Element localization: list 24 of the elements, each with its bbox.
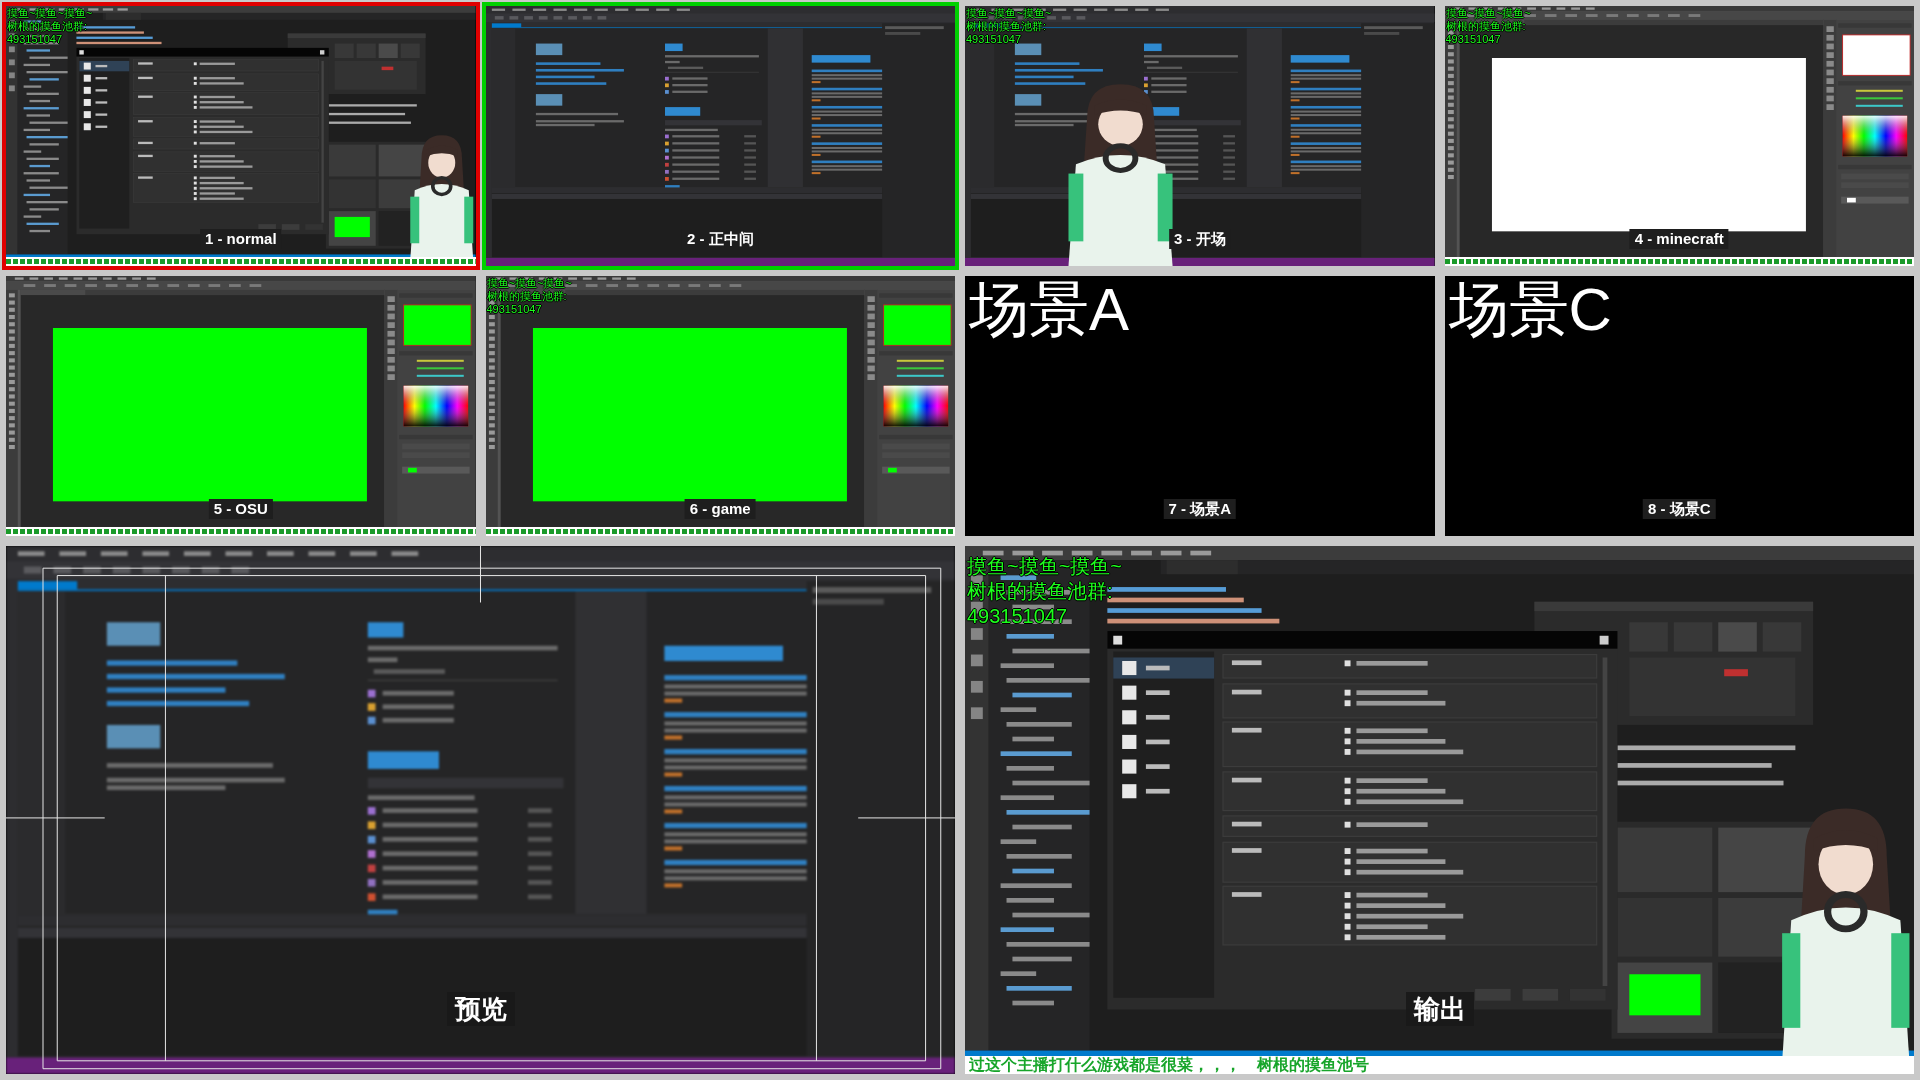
caption-line: 树根的摸鱼池群:	[486, 290, 567, 303]
scene-text: 场景C	[1448, 280, 1612, 340]
scene-label: 5 - OSU	[208, 499, 273, 519]
caption-line: 摸鱼~摸鱼~摸鱼~	[967, 554, 1123, 579]
caption-line: 493151047	[7, 33, 63, 46]
scene-tile[interactable]: 2 - 正中间	[481, 2, 959, 270]
scene-text: 场景A	[969, 280, 1130, 340]
caption-line: 摸鱼~摸鱼~摸鱼~	[7, 7, 93, 20]
caption-line: 摸鱼~摸鱼~摸鱼~	[966, 7, 1052, 20]
caption-line: 493151047	[967, 604, 1068, 629]
caption-line: 摸鱼~摸鱼~摸鱼~	[1445, 7, 1531, 20]
scene-label: 7 - 场景A	[1163, 499, 1236, 519]
caption-line: 493151047	[1445, 33, 1501, 46]
view-label: 预览	[446, 992, 515, 1026]
caption-line: 493151047	[486, 303, 542, 316]
ticker-text: 过这个主播打什么游戏都是很菜，，， 树根的摸鱼池号	[965, 1056, 1914, 1074]
scene-label: 8 - 场景C	[1643, 499, 1716, 519]
scene-label: 4 - minecraft	[1629, 229, 1729, 249]
caption-line: 树根的摸鱼池群:	[967, 579, 1113, 604]
caption-line: 493151047	[966, 33, 1022, 46]
caption-line: 树根的摸鱼池群:	[1445, 20, 1526, 33]
scene-label: 6 - game	[684, 499, 756, 519]
view-label: 输出	[1405, 992, 1474, 1026]
caption-line: 摸鱼~摸鱼~摸鱼~	[486, 277, 572, 290]
